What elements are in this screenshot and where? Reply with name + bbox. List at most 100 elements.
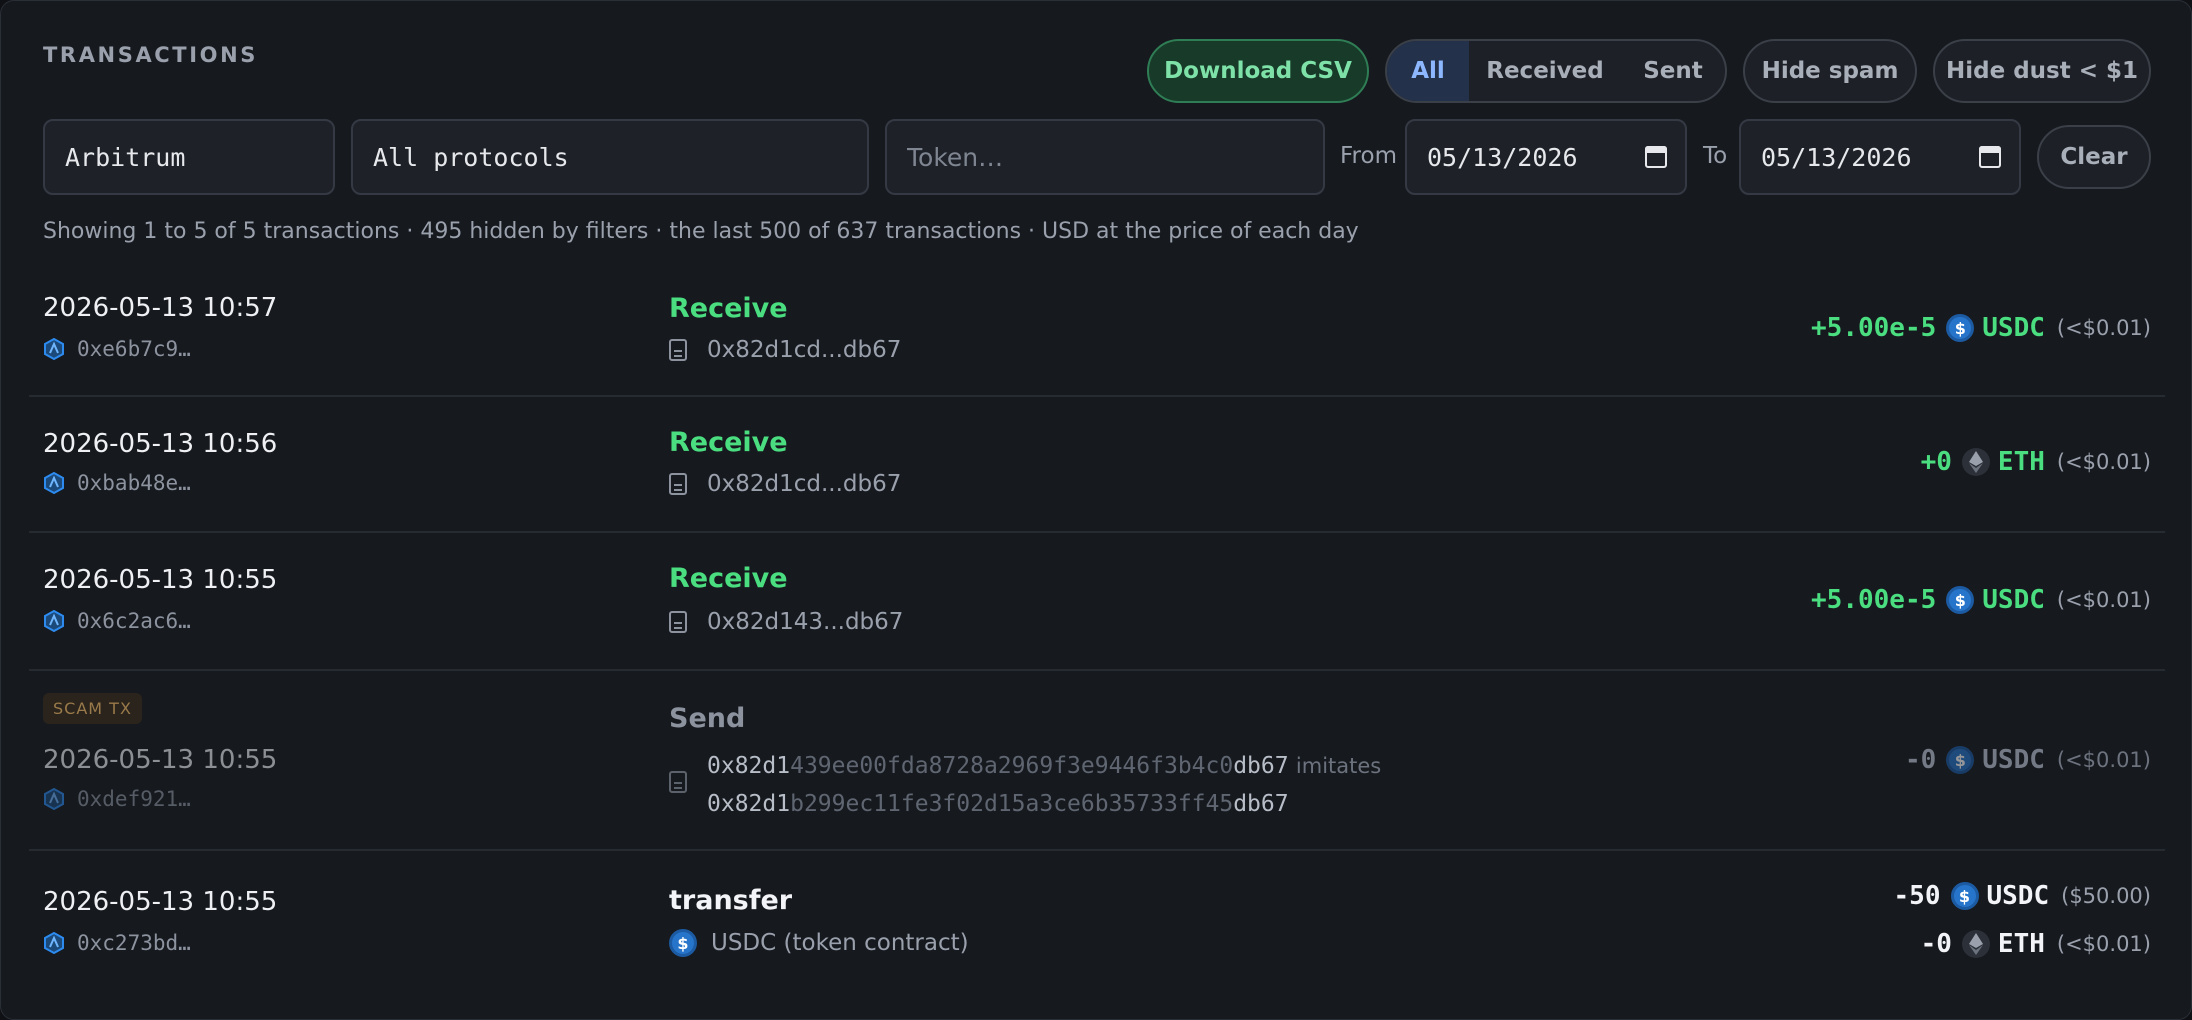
protocol-select[interactable]: All protocols <box>351 119 869 195</box>
tx-amount: +5.00e-5 $ USDC (<$0.01) <box>1811 313 2151 343</box>
calendar-icon[interactable] <box>1979 146 2001 168</box>
amount-value: +0 <box>1920 447 1952 477</box>
tx-kind: Receive <box>669 427 788 458</box>
arbitrum-icon <box>44 788 64 810</box>
document-icon <box>669 771 687 793</box>
tx-hash[interactable]: 0xdef921… <box>43 787 191 811</box>
address-prefix: 0x82d1 <box>707 791 791 817</box>
arbitrum-icon <box>44 338 64 360</box>
table-row[interactable]: 2026-05-13 10:56 0xbab48e… Receive 0x82d… <box>29 397 2165 533</box>
imitates-label: imitates <box>1295 754 1382 778</box>
tx-hash[interactable]: 0xc273bd… <box>43 931 191 955</box>
tx-hash-text: 0xe6b7c9… <box>77 337 191 361</box>
address-text: USDC (token contract) <box>711 930 969 956</box>
filter-sent-button[interactable]: Sent <box>1621 41 1725 101</box>
tx-hash-text: 0x6c2ac6… <box>77 609 191 633</box>
hide-spam-button[interactable]: Hide spam <box>1743 39 1917 103</box>
amount-value: -0 <box>1920 929 1952 959</box>
clear-button[interactable]: Clear <box>2037 125 2151 189</box>
address-text: 0x82d143...db67 <box>707 609 904 635</box>
hide-dust-button[interactable]: Hide dust < $1 <box>1933 39 2151 103</box>
to-date-input[interactable]: 05/13/2026 <box>1739 119 2021 195</box>
usd-value: ($50.00) <box>2061 884 2151 908</box>
transactions-panel: TRANSACTIONS Download CSV All Received S… <box>0 0 2192 1020</box>
document-icon <box>669 473 687 495</box>
table-row[interactable]: 2026-05-13 10:55 0xc273bd… transfer $ US… <box>29 851 2165 1001</box>
to-label: To <box>1703 143 1728 169</box>
to-date-value: 05/13/2026 <box>1761 142 1912 172</box>
address-prefix: 0x82d1 <box>707 753 791 779</box>
amount-value: +5.00e-5 <box>1811 585 1937 615</box>
counterparty-address[interactable]: 0x82d143...db67 <box>669 609 903 635</box>
results-summary: Showing 1 to 5 of 5 transactions · 495 h… <box>43 219 1359 244</box>
tx-hash[interactable]: 0x6c2ac6… <box>43 609 191 633</box>
token-field[interactable] <box>885 119 1325 195</box>
tx-amount: -50 $ USDC ($50.00) <box>1894 881 2151 911</box>
tx-kind: Send <box>669 703 746 734</box>
network-select[interactable]: Arbitrum <box>43 119 335 195</box>
token-symbol: USDC <box>1986 881 2050 911</box>
address-text: 0x82d1cd...db67 <box>707 471 902 497</box>
token-symbol: ETH <box>1997 929 2045 959</box>
address-suffix: db67 <box>1233 753 1289 779</box>
tx-date: 2026-05-13 10:55 <box>43 565 278 595</box>
usdc-icon: $ <box>669 929 697 957</box>
eth-icon <box>1961 930 1990 958</box>
tx-hash[interactable]: 0xe6b7c9… <box>43 337 191 361</box>
usdc-icon: $ <box>1946 586 1975 614</box>
scam-badge: SCAM TX <box>43 693 142 724</box>
panel-title: TRANSACTIONS <box>43 43 259 67</box>
amount-value: -50 <box>1893 881 1941 911</box>
tx-amount: +0 ETH (<$0.01) <box>1921 447 2151 477</box>
tx-hash-text: 0xdef921… <box>77 787 191 811</box>
tx-date: 2026-05-13 10:56 <box>43 429 278 459</box>
tx-kind: Receive <box>669 293 788 324</box>
tx-kind: transfer <box>669 885 793 916</box>
eth-icon <box>1961 448 1990 476</box>
token-symbol: USDC <box>1982 585 2045 615</box>
tx-date: 2026-05-13 10:55 <box>43 745 278 775</box>
usdc-icon: $ <box>1946 746 1975 774</box>
tx-kind: Receive <box>669 563 788 594</box>
usd-value: (<$0.01) <box>2056 588 2151 612</box>
table-row[interactable]: SCAM TX 2026-05-13 10:55 0xdef921… Send … <box>29 671 2165 851</box>
token-symbol: USDC <box>1982 745 2045 775</box>
calendar-icon[interactable] <box>1645 146 1667 168</box>
direction-filter: All Received Sent <box>1385 39 1727 103</box>
download-csv-button[interactable]: Download CSV <box>1147 39 1369 103</box>
arbitrum-icon <box>44 932 64 954</box>
tx-hash-text: 0xc273bd… <box>77 931 191 955</box>
from-date-input[interactable]: 05/13/2026 <box>1405 119 1687 195</box>
token-symbol: USDC <box>1982 313 2045 343</box>
tx-amount-secondary: -0 ETH (<$0.01) <box>1921 929 2151 959</box>
tx-amount: +5.00e-5 $ USDC (<$0.01) <box>1811 585 2151 615</box>
arbitrum-icon <box>44 472 64 494</box>
arbitrum-icon <box>44 610 64 632</box>
amount-value: +5.00e-5 <box>1811 313 1937 343</box>
counterparty-address[interactable]: 0x82d1cd...db67 <box>669 337 901 363</box>
usdc-icon: $ <box>1946 314 1975 342</box>
from-date-value: 05/13/2026 <box>1427 142 1578 172</box>
usd-value: (<$0.01) <box>2056 932 2151 956</box>
address-suffix: db67 <box>1233 791 1289 817</box>
filter-all-button[interactable]: All <box>1387 41 1469 101</box>
address-middle: b299ec11fe3f02d15a3ce6b35733ff45 <box>790 791 1234 817</box>
tx-date: 2026-05-13 10:57 <box>43 293 278 323</box>
counterparty-address[interactable]: 0x82d1cd...db67 <box>669 471 901 497</box>
token-input[interactable] <box>907 142 1323 172</box>
address-middle: 439ee00fda8728a2969f3e9446f3b4c0 <box>790 753 1234 779</box>
filter-received-button[interactable]: Received <box>1469 41 1621 101</box>
document-icon <box>669 611 687 633</box>
tx-hash[interactable]: 0xbab48e… <box>43 471 191 495</box>
usd-value: (<$0.01) <box>2056 450 2151 474</box>
tx-amount: -0 $ USDC (<$0.01) <box>1905 745 2151 775</box>
amount-value: -0 <box>1904 745 1937 775</box>
tx-hash-text: 0xbab48e… <box>77 471 191 495</box>
usd-value: (<$0.01) <box>2056 316 2151 340</box>
counterparty-address[interactable]: $ USDC (token contract) <box>669 929 969 957</box>
counterparty-address[interactable]: 0x82d1439ee00fda8728a2969f3e9446f3b4c0db… <box>669 747 1381 823</box>
table-row[interactable]: 2026-05-13 10:57 0xe6b7c9… Receive 0x82d… <box>29 273 2165 397</box>
document-icon <box>669 339 687 361</box>
usd-value: (<$0.01) <box>2056 748 2151 772</box>
table-row[interactable]: 2026-05-13 10:55 0x6c2ac6… Receive 0x82d… <box>29 533 2165 671</box>
